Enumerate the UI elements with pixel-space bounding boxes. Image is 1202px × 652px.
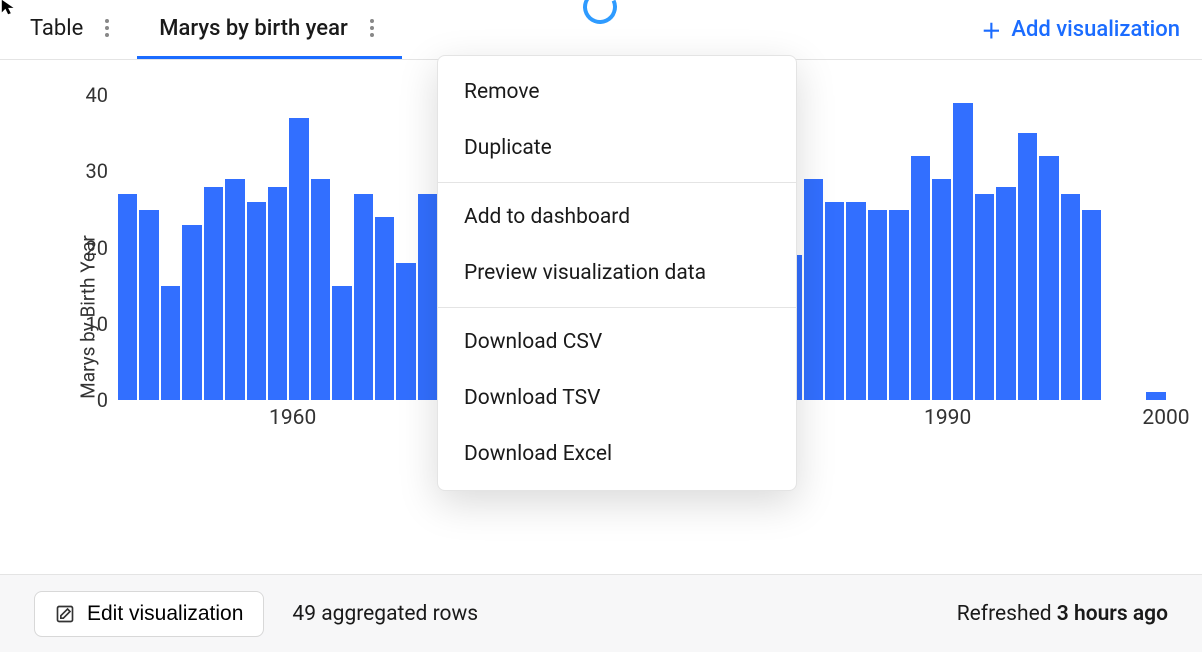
bar[interactable] [911,156,930,400]
menu-separator [438,307,796,308]
bar[interactable] [118,194,137,400]
bar[interactable] [1082,210,1101,400]
edit-visualization-button[interactable]: Edit visualization [34,591,264,637]
bar[interactable] [311,179,330,400]
y-axis: 010203040 [68,80,108,400]
add-visualization-label: Add visualization [1011,17,1180,42]
edit-visualization-label: Edit visualization [87,602,243,626]
bar[interactable] [396,263,415,400]
bar[interactable] [889,210,908,400]
tab-label: Marys by birth year [159,16,347,41]
menu-separator [438,182,796,183]
bar[interactable] [975,194,994,400]
kebab-icon[interactable] [364,11,380,45]
rows-count-text: 49 aggregated rows [292,602,478,626]
bar[interactable] [1018,133,1037,400]
bar[interactable] [247,202,266,400]
menu-remove[interactable]: Remove [438,64,796,120]
bar[interactable] [846,202,865,400]
bar[interactable] [996,187,1015,400]
y-tick: 10 [68,312,108,336]
y-tick: 20 [68,236,108,260]
bar[interactable] [1146,392,1165,400]
y-tick: 0 [68,388,108,412]
bar[interactable] [953,103,972,400]
tab-marys-by-birth-year[interactable]: Marys by birth year [137,0,401,59]
bar[interactable] [1039,156,1058,400]
bar[interactable] [332,286,351,400]
y-tick: 30 [68,159,108,183]
add-visualization-button[interactable]: ＋ Add visualization [981,15,1180,44]
plus-icon: ＋ [981,15,1001,44]
menu-download-csv[interactable]: Download CSV [438,314,796,370]
menu-preview-visualization-data[interactable]: Preview visualization data [438,245,796,301]
tab-table[interactable]: Table [8,0,137,59]
y-tick: 40 [68,83,108,107]
refreshed-text: Refreshed 3 hours ago [957,602,1168,626]
menu-download-excel[interactable]: Download Excel [438,426,796,482]
footer-bar: Edit visualization 49 aggregated rows Re… [0,574,1202,652]
menu-add-to-dashboard[interactable]: Add to dashboard [438,189,796,245]
edit-icon [55,604,75,624]
bar[interactable] [268,187,287,400]
tabs-bar: Table Marys by birth year ＋ Add visualiz… [0,0,1202,60]
bar[interactable] [804,179,823,400]
tab-label: Table [30,16,83,41]
tab-context-menu: Remove Duplicate Add to dashboard Previe… [437,55,797,491]
kebab-icon[interactable] [99,11,115,45]
menu-download-tsv[interactable]: Download TSV [438,370,796,426]
bar[interactable] [418,194,437,400]
x-tick: 1990 [924,406,971,430]
x-tick: 2000 [1142,406,1189,430]
bar[interactable] [204,187,223,400]
bar[interactable] [139,210,158,400]
bar[interactable] [932,179,951,400]
bar[interactable] [182,225,201,400]
bar[interactable] [354,194,373,400]
bar[interactable] [825,202,844,400]
bar[interactable] [868,210,887,400]
bar[interactable] [1061,194,1080,400]
bar[interactable] [225,179,244,400]
bar[interactable] [289,118,308,400]
x-tick: 1960 [269,406,316,430]
bar[interactable] [161,286,180,400]
menu-duplicate[interactable]: Duplicate [438,120,796,176]
bar[interactable] [375,217,394,400]
